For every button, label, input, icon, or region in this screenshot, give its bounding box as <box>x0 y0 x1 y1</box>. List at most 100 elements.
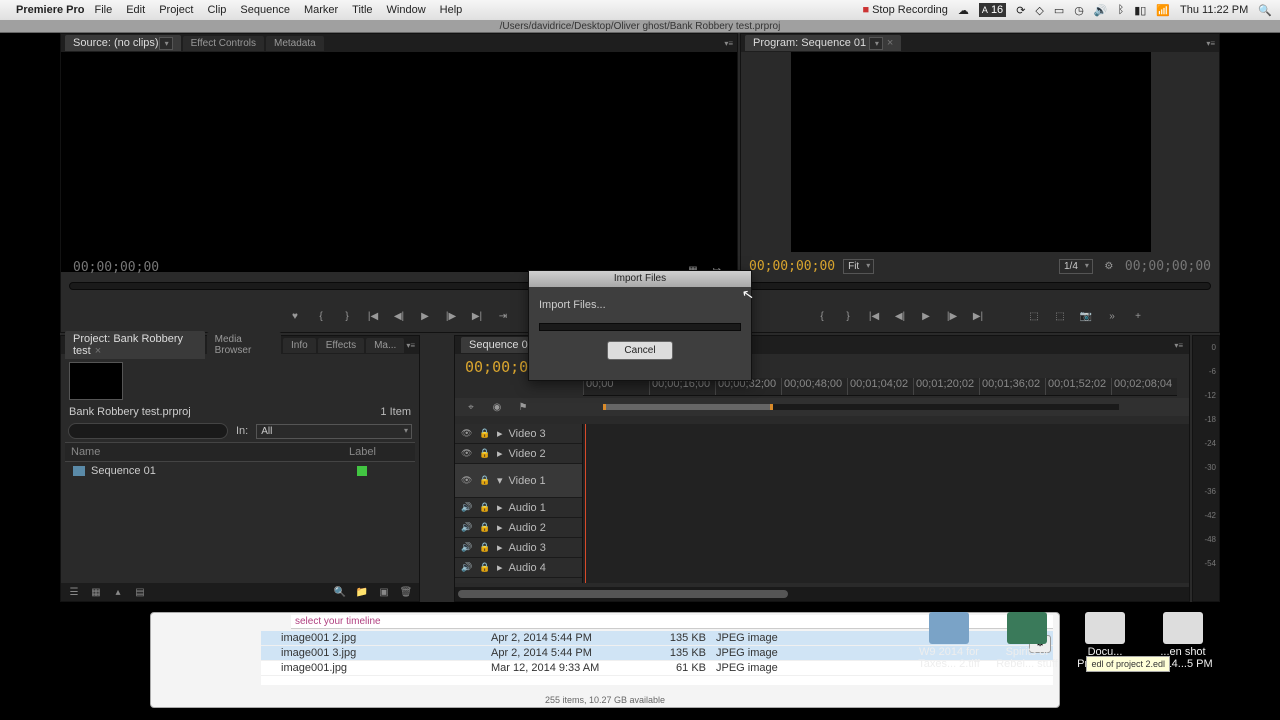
step-fwd-icon[interactable]: |▶ <box>443 308 459 324</box>
track-video1[interactable]: 👁🔒▾Video 1 <box>455 464 582 498</box>
timemachine-icon[interactable]: ◷ <box>1074 4 1084 17</box>
track-audio4[interactable]: 🔊🔒▸Audio 4 <box>455 558 582 578</box>
add-icon[interactable]: + <box>1130 308 1146 324</box>
project-item[interactable]: Sequence 01 <box>65 462 415 480</box>
step-back-icon[interactable]: ◀| <box>892 308 908 324</box>
adobe-badge[interactable]: A 16 <box>979 3 1006 17</box>
tab-program[interactable]: Program: Sequence 01 × <box>745 35 901 51</box>
program-transport: { } |◀ ◀| ▶ |▶ ▶| ⬚ ⬚ 📷 » + <box>741 306 1219 326</box>
extract-icon[interactable]: ⬚ <box>1052 308 1068 324</box>
resolution-dropdown[interactable]: 1/4 <box>1059 259 1093 274</box>
volume-icon[interactable]: 🔊 <box>1094 4 1108 17</box>
lift-icon[interactable]: ⬚ <box>1026 308 1042 324</box>
mark-in-icon[interactable]: { <box>313 308 329 324</box>
menu-window[interactable]: Window <box>387 4 426 16</box>
new-item-icon[interactable]: ▣ <box>377 585 391 599</box>
goto-out-icon[interactable]: ▶| <box>970 308 986 324</box>
timeline-content[interactable] <box>583 424 1189 583</box>
panel-menu-icon[interactable]: ▾≡ <box>1174 341 1183 350</box>
menu-file[interactable]: File <box>94 4 112 16</box>
trash-icon[interactable]: 🗑 <box>399 585 413 599</box>
tab-effects[interactable]: Effects <box>318 338 364 353</box>
in-filter-dropdown[interactable]: All <box>256 424 412 439</box>
panel-menu-icon[interactable]: ▾≡ <box>724 39 733 48</box>
auto-icon[interactable]: ▤ <box>133 585 147 599</box>
menu-marker[interactable]: Marker <box>304 4 338 16</box>
sync-icon[interactable]: ⟳ <box>1016 4 1025 17</box>
zoom-fit-dropdown[interactable]: Fit <box>843 259 874 274</box>
insert-icon[interactable]: ⇥ <box>495 308 511 324</box>
program-scrubber[interactable] <box>749 282 1211 290</box>
adobe-cloud-icon[interactable]: ☁ <box>958 4 969 17</box>
clock[interactable]: Thu 11:22 PM <box>1180 4 1248 16</box>
timeline-hscroll[interactable] <box>455 587 1189 601</box>
desktop-file[interactable]: Spirits of Rebel... stuff <box>996 612 1058 670</box>
goto-in-icon[interactable]: |◀ <box>365 308 381 324</box>
play-icon[interactable]: ▶ <box>918 308 934 324</box>
wifi-icon[interactable]: 📶 <box>1156 4 1170 17</box>
finder-status: 255 items, 10.27 GB available <box>151 695 1059 705</box>
program-viewer <box>791 52 1151 252</box>
tooltip: edl of project 2.edl <box>1086 656 1170 672</box>
track-audio3[interactable]: 🔊🔒▸Audio 3 <box>455 538 582 558</box>
menu-edit[interactable]: Edit <box>126 4 145 16</box>
program-panel: Program: Sequence 01 × ▾≡ 00;00;00;00 Fi… <box>740 33 1220 333</box>
sort-icon[interactable]: ▴ <box>111 585 125 599</box>
menu-sequence[interactable]: Sequence <box>240 4 290 16</box>
track-audio1[interactable]: 🔊🔒▸Audio 1 <box>455 498 582 518</box>
play-icon[interactable]: ▶ <box>417 308 433 324</box>
marker-icon[interactable]: ◉ <box>489 399 505 415</box>
playhead[interactable] <box>585 424 586 583</box>
settings-icon[interactable]: ⚑ <box>515 399 531 415</box>
menu-project[interactable]: Project <box>159 4 193 16</box>
marker-icon[interactable]: ♥ <box>287 308 303 324</box>
find-icon[interactable]: 🔍 <box>333 585 347 599</box>
new-bin-icon[interactable]: 📁 <box>355 585 369 599</box>
tab-info[interactable]: Info <box>283 338 316 353</box>
ruler-tick: 00;01;36;02 <box>979 378 1045 395</box>
icon-view-icon[interactable]: ▦ <box>89 585 103 599</box>
goto-in-icon[interactable]: |◀ <box>866 308 882 324</box>
app-menu[interactable]: Premiere Pro <box>16 4 84 16</box>
track-video3[interactable]: 👁🔒▸Video 3 <box>455 424 582 444</box>
preview-thumbnail <box>69 362 123 400</box>
settings-icon[interactable]: ⚙ <box>1101 258 1117 274</box>
track-audio2[interactable]: 🔊🔒▸Audio 2 <box>455 518 582 538</box>
col-label[interactable]: Label <box>349 446 409 458</box>
track-video2[interactable]: 👁🔒▸Video 2 <box>455 444 582 464</box>
tab-project[interactable]: Project: Bank Robbery test× <box>65 331 205 359</box>
menu-help[interactable]: Help <box>440 4 463 16</box>
export-frame-icon[interactable]: 📷 <box>1078 308 1094 324</box>
cancel-button[interactable]: Cancel <box>607 341 672 360</box>
more-icon[interactable]: » <box>1104 308 1120 324</box>
goto-out-icon[interactable]: ▶| <box>469 308 485 324</box>
panel-menu-icon[interactable]: ▾≡ <box>1206 39 1215 48</box>
step-fwd-icon[interactable]: |▶ <box>944 308 960 324</box>
import-dialog: Import Files Import Files... Cancel <box>528 270 752 381</box>
menu-title[interactable]: Title <box>352 4 372 16</box>
snap-icon[interactable]: ⌖ <box>463 399 479 415</box>
col-name[interactable]: Name <box>71 446 349 458</box>
project-bottombar: ☰ ▦ ▴ ▤ 🔍 📁 ▣ 🗑 <box>61 583 419 601</box>
search-input[interactable] <box>68 423 228 439</box>
mark-out-icon[interactable]: } <box>339 308 355 324</box>
mark-in-icon[interactable]: { <box>814 308 830 324</box>
timeline-navigator[interactable] <box>603 404 1119 410</box>
tab-markers[interactable]: Ma... <box>366 338 404 353</box>
spotlight-icon[interactable]: 🔍 <box>1258 4 1272 17</box>
stop-recording[interactable]: ■Stop Recording <box>862 4 947 16</box>
display-icon[interactable]: ▭ <box>1054 4 1064 17</box>
mark-out-icon[interactable]: } <box>840 308 856 324</box>
desktop-file[interactable]: W9 2014 for Taxes... 2.tiff <box>918 612 980 670</box>
tab-effect-controls[interactable]: Effect Controls <box>183 36 264 51</box>
menu-clip[interactable]: Clip <box>207 4 226 16</box>
tab-media-browser[interactable]: Media Browser <box>207 332 281 358</box>
tab-source[interactable]: Source: (no clips) <box>65 35 181 51</box>
panel-menu-icon[interactable]: ▾≡ <box>406 341 415 350</box>
list-view-icon[interactable]: ☰ <box>67 585 81 599</box>
tab-metadata[interactable]: Metadata <box>266 36 324 51</box>
dropbox-icon[interactable]: ◇ <box>1035 4 1043 17</box>
bluetooth-icon[interactable]: ᛒ <box>1118 4 1125 16</box>
step-back-icon[interactable]: ◀| <box>391 308 407 324</box>
battery-icon[interactable]: ▮▯ <box>1134 4 1146 17</box>
